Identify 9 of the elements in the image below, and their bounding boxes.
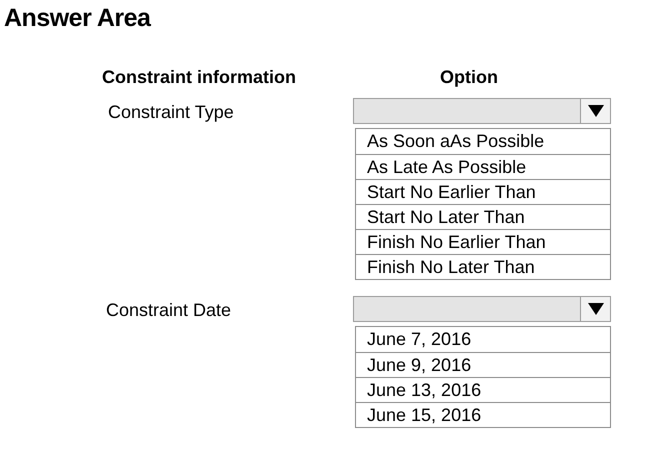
constraint-label: Constraint Type <box>108 101 234 123</box>
dropdown[interactable] <box>353 98 611 124</box>
dropdown[interactable] <box>353 296 611 322</box>
constraint-label: Constraint Date <box>106 299 232 321</box>
column-header: Constraint information <box>102 67 296 87</box>
dropdown-arrow-icon <box>588 303 604 315</box>
dropdown-arrow-icon <box>588 105 604 117</box>
answer-area-title: Answer Area <box>3 3 150 33</box>
column-header: Option <box>440 67 498 87</box>
